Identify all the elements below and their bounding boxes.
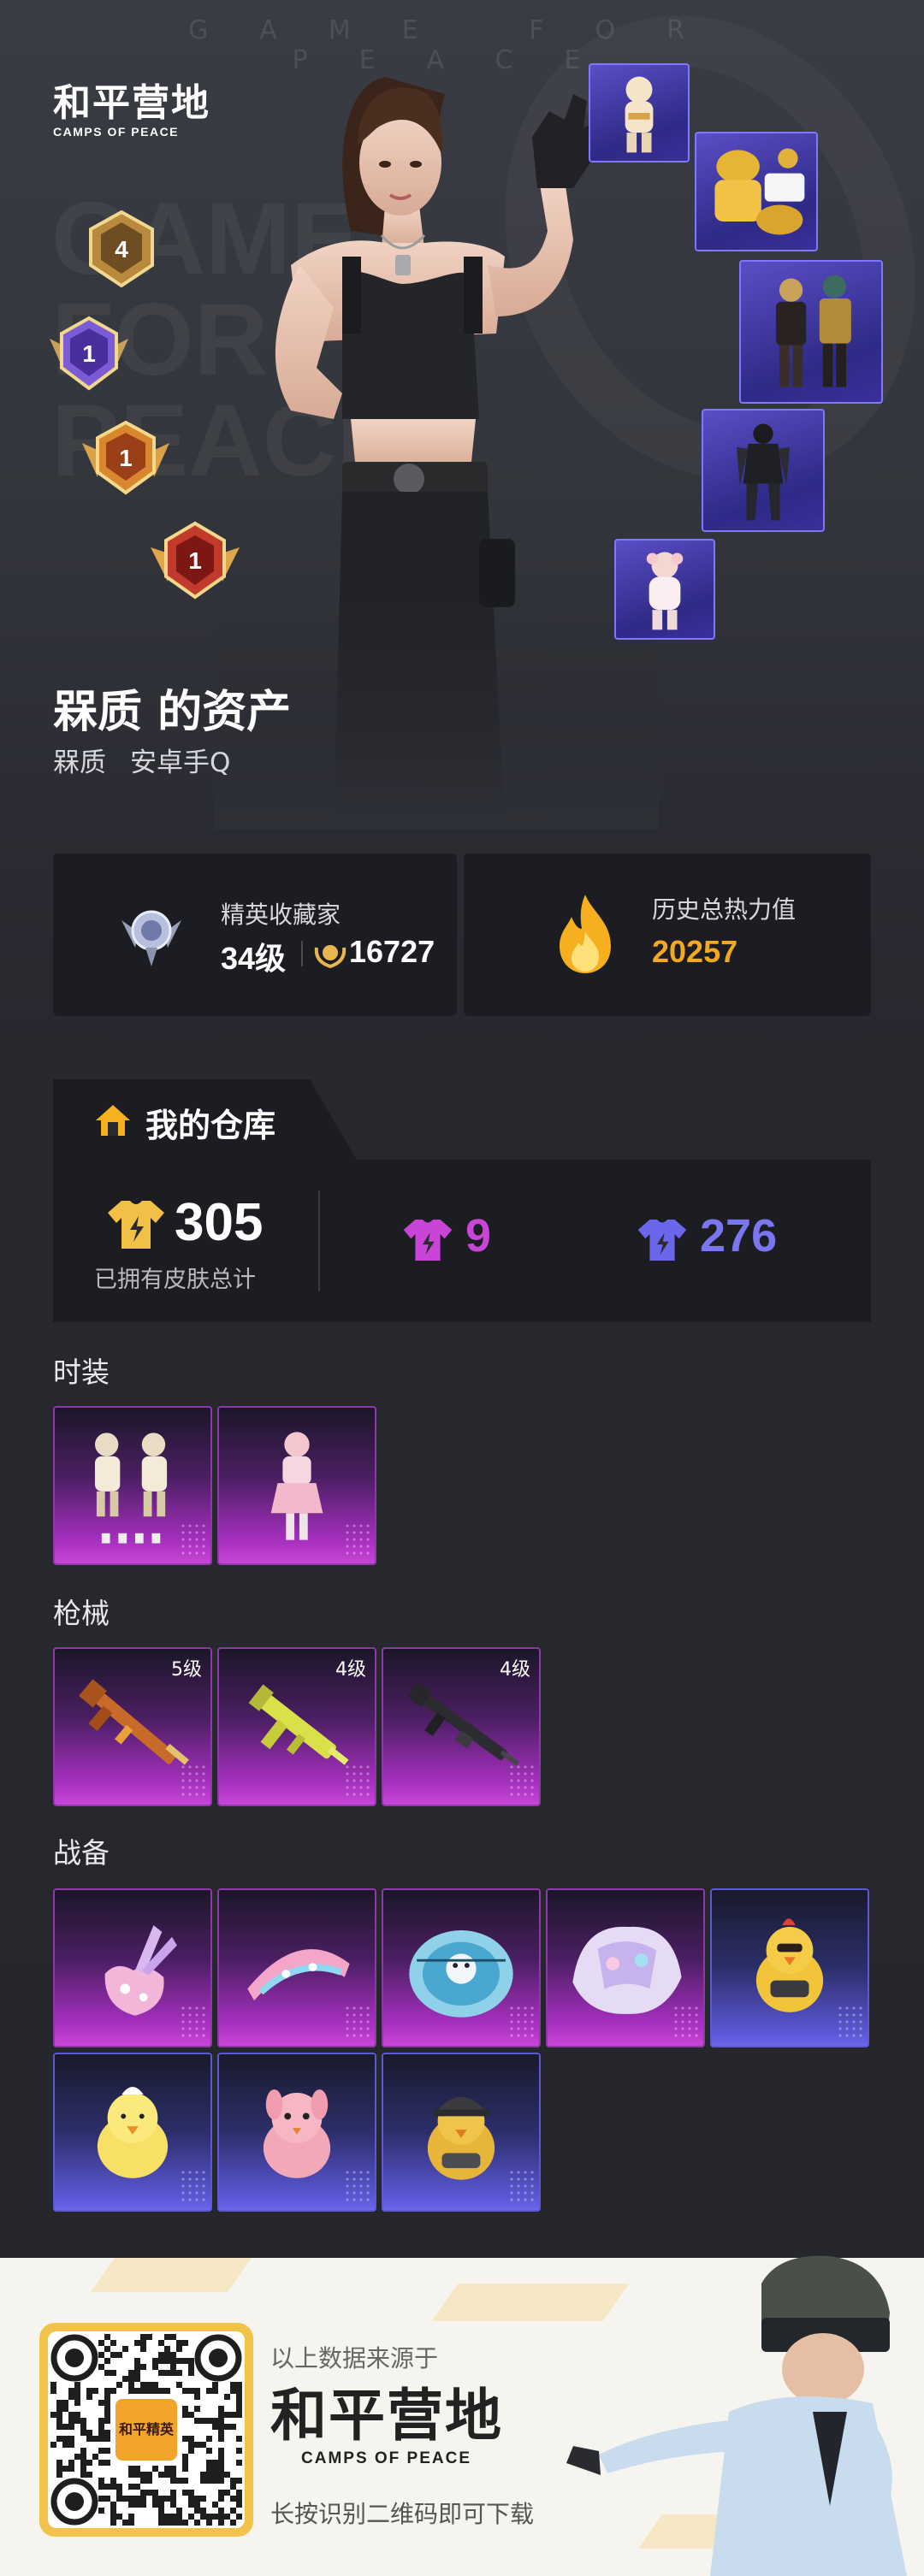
outfit-icon (646, 552, 684, 630)
item-tile[interactable] (217, 1888, 376, 2047)
heat-label: 历史总热力值 (652, 895, 797, 924)
purple-skins-count: 9 (465, 1210, 492, 1261)
item-tile[interactable]: 4级 (217, 1647, 376, 1806)
blue-skin-icon (637, 1220, 687, 1261)
qr-code[interactable]: 和平精英 (39, 2323, 253, 2537)
outfit-icon (776, 275, 851, 387)
rank-badge[interactable]: 1 (79, 417, 173, 499)
item-tile[interactable] (53, 1406, 212, 1565)
purple-skin-icon (403, 1220, 453, 1261)
collector-medal-icon (121, 910, 181, 966)
tile-pattern (180, 2169, 205, 2203)
showcase-item[interactable] (702, 409, 825, 532)
tile-pattern (180, 1764, 205, 1798)
item-tile[interactable]: 4级 (382, 1647, 541, 1806)
divider (318, 1191, 320, 1291)
gold-skin-icon (108, 1201, 164, 1249)
tile-pattern (837, 2005, 862, 2039)
showcase-item[interactable] (589, 63, 690, 162)
asset-page: GAME FOR PEACE GAME FOR PEACE 和平营地 CAMPS… (0, 0, 924, 2576)
tile-pattern (344, 2005, 370, 2039)
app-logo: 和平营地 CAMPS OF PEACE (53, 84, 210, 139)
tile-pattern (180, 2005, 205, 2039)
page-title: 槑质 的资产 (53, 687, 292, 738)
footer-decoration (90, 2258, 252, 2292)
item-tile[interactable] (217, 1406, 376, 1565)
tile-pattern (508, 1764, 534, 1798)
download-text: 长按识别二维码即可下载 (270, 2500, 535, 2528)
weapon-level: 5级 (171, 1659, 202, 1681)
showcase-item[interactable] (695, 132, 818, 251)
item-tile[interactable] (53, 1888, 212, 2047)
platform-label: 安卓手Q (130, 747, 231, 778)
logo-title: 和平营地 (53, 81, 210, 125)
showcase-item[interactable] (614, 539, 715, 640)
tile-pattern (672, 2005, 698, 2039)
item-tile[interactable] (382, 2053, 541, 2212)
tile-pattern (344, 1764, 370, 1798)
flame-icon (560, 895, 611, 973)
warehouse-title: 我的仓库 (145, 1107, 276, 1144)
collector-level: 34级 (221, 941, 287, 976)
tile-pattern (180, 1522, 205, 1557)
badge-level: 1 (119, 445, 133, 471)
total-skins: 305 (175, 1193, 264, 1252)
section-equipment: 战备 (53, 1836, 110, 1870)
qr-center-logo: 和平精英 (112, 2396, 181, 2464)
collector-card[interactable]: 精英收藏家 34级 16727 (53, 854, 457, 1016)
footer-logo: 和平营地 (270, 2383, 503, 2449)
item-tile[interactable] (382, 1888, 541, 2047)
heat-value: 20257 (652, 934, 738, 969)
laurel-icon (314, 945, 346, 969)
item-tile[interactable] (546, 1888, 705, 2047)
item-tile[interactable]: 5级 (53, 1647, 212, 1806)
collector-points: 16727 (349, 934, 435, 969)
divider (301, 941, 303, 966)
badge-level: 1 (82, 340, 96, 367)
tile-pattern (508, 2169, 534, 2203)
item-tile[interactable] (710, 1888, 869, 2047)
outfit-icon (736, 423, 791, 521)
item-tile[interactable] (53, 2053, 212, 2212)
showcase-item[interactable] (739, 260, 883, 404)
section-weapons: 枪械 (53, 1597, 110, 1630)
tile-pattern (344, 2169, 370, 2203)
total-skins-caption: 已拥有皮肤总计 (94, 1267, 256, 1293)
owner-info: 槑质 安卓手Q (53, 741, 254, 779)
logo-subtitle: CAMPS OF PEACE (53, 125, 180, 139)
source-text: 以上数据来源于 (270, 2344, 439, 2372)
rank-badge[interactable]: 4 (84, 209, 159, 291)
tile-pattern (508, 2005, 534, 2039)
section-fashion: 时装 (53, 1356, 110, 1389)
blue-skins-count: 276 (700, 1210, 778, 1261)
footer-logo-subtitle: CAMPS OF PEACE (301, 2449, 472, 2467)
collector-label: 精英收藏家 (221, 901, 341, 929)
player-name: 槑质 (53, 747, 106, 778)
outfit-icon (625, 76, 654, 153)
heat-card[interactable]: 历史总热力值 20257 (464, 854, 871, 1016)
tile-pattern (344, 1522, 370, 1557)
badge-level: 4 (115, 236, 128, 263)
outfit-icon (714, 148, 805, 235)
soldier-mascot (566, 2255, 907, 2576)
weapon-level: 4级 (335, 1659, 366, 1681)
home-icon (96, 1105, 130, 1136)
rank-badge[interactable]: 1 (46, 313, 132, 395)
weapon-level: 4级 (500, 1659, 530, 1681)
item-tile[interactable] (217, 2053, 376, 2212)
